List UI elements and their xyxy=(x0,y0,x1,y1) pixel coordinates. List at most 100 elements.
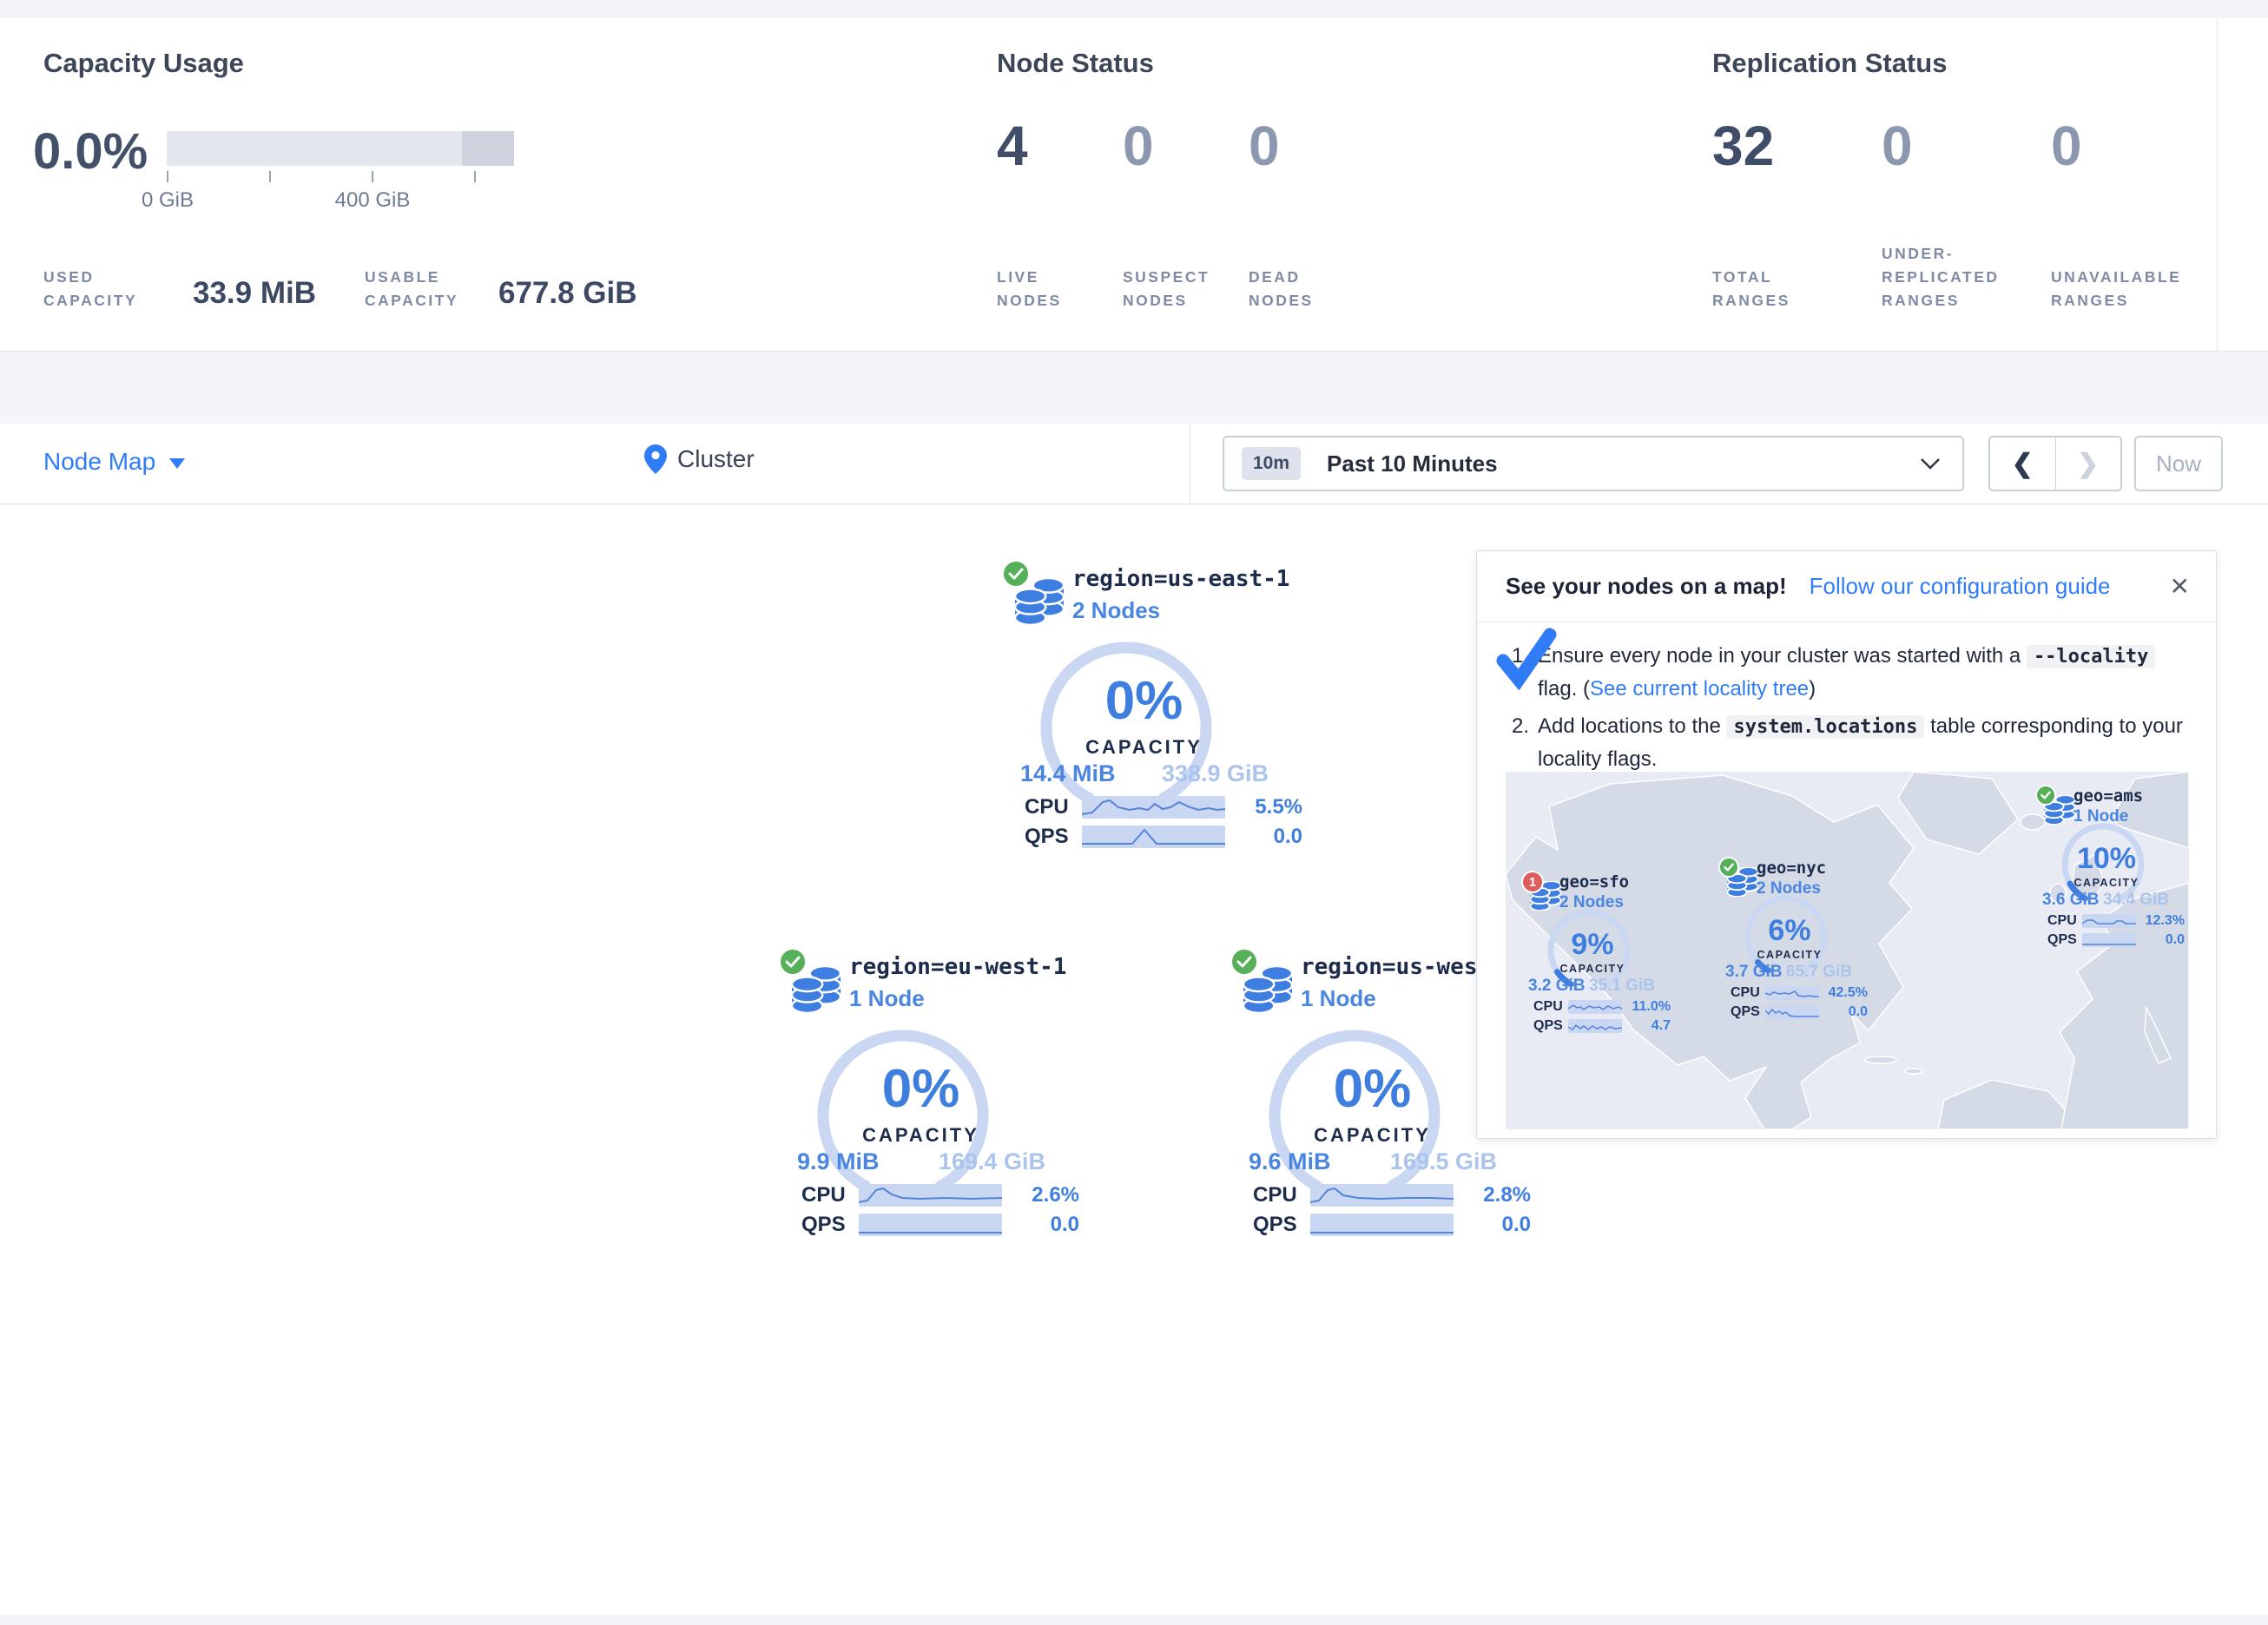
popup-header: See your nodes on a map! Follow our conf… xyxy=(1477,551,2216,622)
region-label: region=us-east-1 xyxy=(1072,566,1289,592)
time-next-button[interactable]: ❯ xyxy=(2056,438,2121,490)
qps-sparkline xyxy=(2082,933,2136,947)
now-button[interactable]: Now xyxy=(2134,436,2223,491)
cpu-metric-row: CPU 2.8% xyxy=(1253,1183,1531,1207)
qps-value: 0.0 xyxy=(1051,1213,1079,1237)
system-locations-code: system.locations xyxy=(1726,715,1924,739)
total-capacity: 35.1 GiB xyxy=(1589,977,1655,996)
node-status-section: Node Status 4 0 0 LIVE NODES SUSPECT NOD… xyxy=(997,18,1518,351)
capacity-percent: 10% xyxy=(2032,842,2181,876)
configuration-guide-link[interactable]: Follow our configuration guide xyxy=(1810,573,2111,600)
cpu-metric-row: CPU 11.0% xyxy=(1533,999,1671,1015)
time-nav-arrows: ❮ ❯ xyxy=(1988,436,2122,491)
capacity-axis-tick xyxy=(269,171,271,182)
step-2-number: 2. xyxy=(1512,710,1538,775)
capacity-caption: CAPACITY xyxy=(762,1124,1079,1147)
replication-status-section: Replication Status 32 0 0 TOTAL RANGES U… xyxy=(1712,18,2216,351)
capacity-percent: 0.0% xyxy=(33,122,148,181)
capacity-axis-tick xyxy=(474,171,476,182)
cpu-sparkline xyxy=(1082,796,1225,819)
capacity-axis-tick xyxy=(372,171,373,182)
geo-label: geo=nyc xyxy=(1757,859,1826,878)
under-replicated-count: 0 xyxy=(1882,115,1913,176)
capacity-percent: 9% xyxy=(1518,928,1667,962)
node-count-label: 1 Node xyxy=(849,985,925,1012)
used-capacity: 9.9 MiB xyxy=(797,1148,880,1175)
step-2-text: Add locations to the xyxy=(1538,714,1726,738)
used-capacity-value: 33.9 MiB xyxy=(193,276,316,311)
node-status-title: Node Status xyxy=(997,48,1154,79)
capacity-usage-section: Capacity Usage 0.0% 0 GiB 400 GiB USED C… xyxy=(43,18,703,351)
cpu-value: 11.0% xyxy=(1632,999,1671,1015)
usable-capacity-value: 677.8 GiB xyxy=(498,276,637,311)
geo-label: geo=ams xyxy=(2074,786,2143,806)
under-replicated-label: UNDER- REPLICATED RANGES xyxy=(1882,242,2000,312)
total-ranges-label: TOTAL RANGES xyxy=(1712,266,1790,312)
node-map-page: Capacity Usage 0.0% 0 GiB 400 GiB USED C… xyxy=(0,0,2268,1625)
healthy-check-icon xyxy=(2035,785,2056,806)
popup-title: See your nodes on a map! xyxy=(1506,573,1787,600)
capacity-caption: CAPACITY xyxy=(986,736,1302,759)
total-capacity: 169.5 GiB xyxy=(1390,1148,1497,1175)
node-count-label: 1 Node xyxy=(1301,985,1376,1012)
used-capacity: 14.4 MiB xyxy=(1020,760,1116,787)
step-1-text: Ensure every node in your cluster was st… xyxy=(1538,644,2027,668)
suspect-nodes-count: 0 xyxy=(1123,115,1154,176)
qps-sparkline xyxy=(1765,1005,1819,1019)
cpu-sparkline xyxy=(2082,914,2136,928)
qps-metric-row: QPS 0.0 xyxy=(1731,1004,1868,1020)
qps-label: QPS xyxy=(2047,932,2082,948)
nodes-on-map-popup: See your nodes on a map! Follow our conf… xyxy=(1476,550,2217,1139)
cpu-metric-row: CPU 2.6% xyxy=(801,1183,1079,1207)
qps-sparkline xyxy=(859,1214,1002,1236)
qps-value: 4.7 xyxy=(1652,1018,1671,1034)
cpu-metric-row: CPU 5.5% xyxy=(1025,795,1302,819)
unavailable-count: 0 xyxy=(2051,115,2082,176)
view-selector-dropdown[interactable]: Node Map xyxy=(43,448,185,476)
cpu-label: CPU xyxy=(1533,999,1568,1015)
qps-label: QPS xyxy=(1253,1213,1303,1237)
close-icon[interactable]: ✕ xyxy=(2170,572,2190,601)
cpu-value: 2.6% xyxy=(1032,1183,1079,1207)
qps-value: 0.0 xyxy=(1849,1004,1868,1020)
locality-flag-code: --locality xyxy=(2027,645,2155,668)
total-capacity: 34.4 GiB xyxy=(2103,891,2169,910)
suspect-nodes-label: SUSPECT NODES xyxy=(1123,266,1210,312)
dead-nodes-label: DEAD NODES xyxy=(1249,266,1314,312)
capacity-percent: 0% xyxy=(762,1058,1079,1120)
live-nodes-label: LIVE NODES xyxy=(997,266,1062,312)
chevron-down-icon xyxy=(169,458,185,469)
qps-sparkline xyxy=(1082,826,1225,848)
healthy-check-icon xyxy=(1230,947,1259,977)
breadcrumb-label: Cluster xyxy=(677,445,755,473)
breadcrumb[interactable]: Cluster xyxy=(644,444,755,474)
capacity-axis-tick xyxy=(167,171,168,182)
capacity-percent: 6% xyxy=(1715,914,1864,948)
dead-nodes-count: 0 xyxy=(1249,115,1280,176)
qps-label: QPS xyxy=(1025,825,1075,849)
popup-instructions: 1. Ensure every node in your cluster was… xyxy=(1512,640,2185,775)
capacity-axis-label-0: 0 GiB xyxy=(142,188,194,213)
usable-capacity-label: USABLE CAPACITY xyxy=(365,266,458,312)
stats-right-divider xyxy=(2217,18,2218,351)
capacity-caption: CAPACITY xyxy=(2032,877,2181,889)
healthy-check-icon xyxy=(1001,559,1031,589)
time-range-label: Past 10 Minutes xyxy=(1327,451,1498,477)
time-range-dropdown[interactable]: 10m Past 10 Minutes xyxy=(1223,436,1964,491)
cpu-sparkline xyxy=(1765,986,1819,1000)
cpu-label: CPU xyxy=(1731,985,1765,1001)
cluster-stats-bar: Capacity Usage 0.0% 0 GiB 400 GiB USED C… xyxy=(0,18,2268,352)
cpu-label: CPU xyxy=(1253,1183,1303,1207)
warning-count-badge: 1 xyxy=(1521,871,1544,893)
blue-check-icon xyxy=(1496,628,1557,690)
used-capacity-label: USED CAPACITY xyxy=(43,266,137,312)
replication-status-title: Replication Status xyxy=(1712,48,1947,79)
cpu-metric-row: CPU 12.3% xyxy=(2047,913,2185,929)
locality-tree-link[interactable]: See current locality tree xyxy=(1590,677,1809,701)
qps-metric-row: QPS 4.7 xyxy=(1533,1018,1671,1034)
qps-metric-row: QPS 0.0 xyxy=(1025,825,1302,849)
cpu-sparkline xyxy=(1310,1184,1454,1207)
view-selector-label: Node Map xyxy=(43,448,155,475)
time-prev-button[interactable]: ❮ xyxy=(1990,438,2056,490)
map-pin-icon xyxy=(644,444,667,474)
